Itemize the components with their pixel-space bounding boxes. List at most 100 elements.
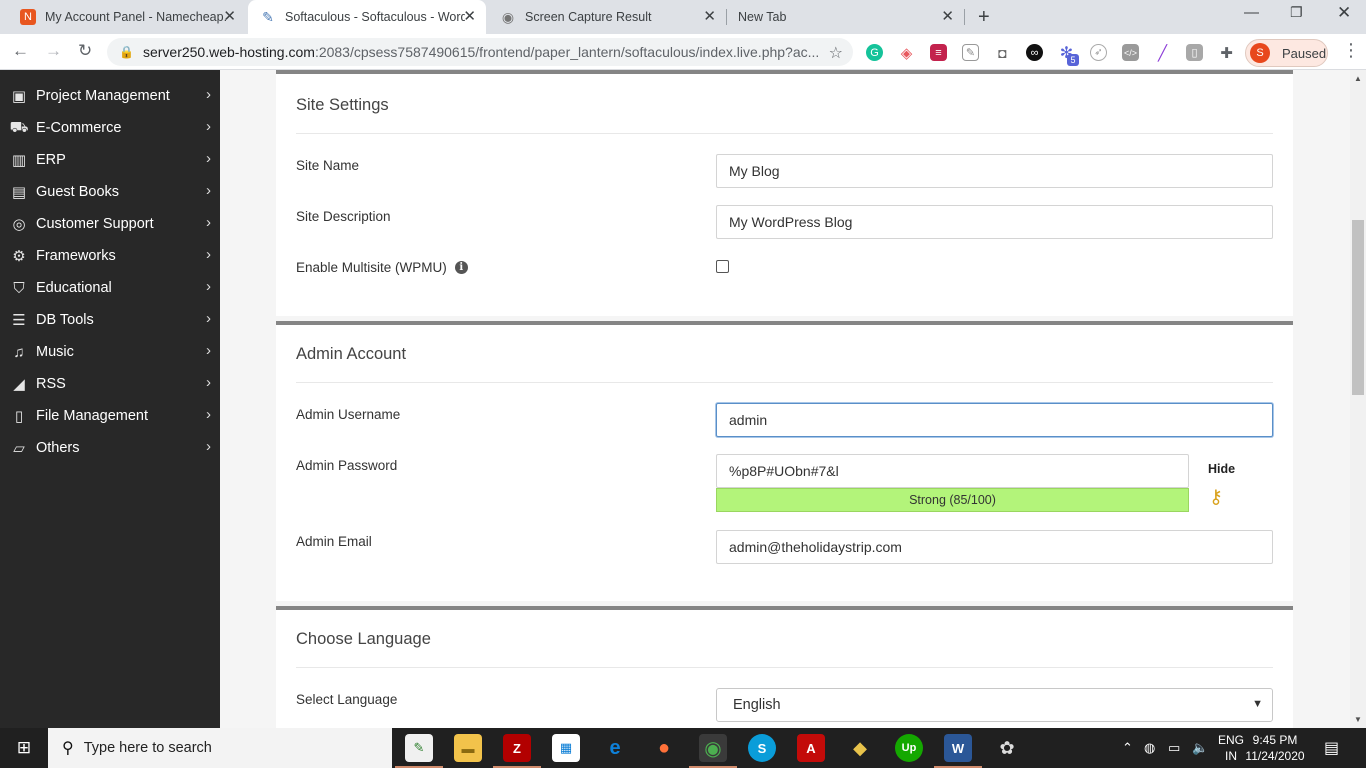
chevron-right-icon: › (206, 150, 211, 167)
reader-extension-icon[interactable]: ≡ (930, 44, 947, 61)
volume-icon[interactable]: 🔈 (1192, 728, 1208, 768)
window-close-icon[interactable]: ✕ (1337, 3, 1351, 23)
sticky-notes-app-icon[interactable]: ✎ (395, 734, 443, 768)
cart-icon: ⛟ (9, 118, 29, 136)
profile-button[interactable]: S Paused (1245, 39, 1328, 67)
sidebar-item-label: RSS (36, 376, 66, 392)
camera-extension-icon[interactable]: ◘ (994, 44, 1011, 61)
info-icon[interactable]: i (454, 261, 468, 274)
bar-chart-icon: ▥ (11, 152, 27, 169)
main-content: Site Settings Site Name My Blog Site Des… (220, 70, 1350, 728)
scroll-down-arrow-icon[interactable]: ▼ (1354, 715, 1362, 724)
multisite-label: Enable Multisite (WPMU) (296, 260, 447, 275)
ai-app-icon[interactable]: ◆ (846, 734, 874, 762)
close-tab-icon[interactable]: ✕ (941, 9, 954, 25)
sidebar-item-guest-books[interactable]: ▤ Guest Books › (0, 176, 220, 208)
page-extension-icon[interactable]: ▯ (1186, 44, 1203, 61)
loop-extension-icon[interactable]: ∞ (1026, 44, 1043, 61)
reload-icon[interactable]: ↻ (78, 41, 92, 61)
network-icon[interactable]: ◍ (1144, 728, 1155, 768)
hide-password-link[interactable]: Hide (1208, 462, 1235, 476)
notes-extension-icon[interactable]: ✎ (962, 44, 979, 61)
sidebar-item-e-commerce[interactable]: ⛟ E-Commerce › (0, 112, 220, 144)
system-clock[interactable]: 9:45 PM 11/24/2020 (1243, 732, 1307, 764)
word-app-icon[interactable]: W (934, 734, 982, 768)
taskbar-search[interactable]: ⚲ Type here to search (48, 728, 392, 768)
sidebar-item-rss[interactable]: ◢ RSS › (0, 368, 220, 400)
sidebar-item-frameworks[interactable]: ⚙ Frameworks › (0, 240, 220, 272)
divider (296, 133, 1273, 134)
sidebar-item-label: E-Commerce (36, 120, 122, 136)
address-bar[interactable]: 🔒 server250.web-hosting.com :2083/cpsess… (107, 38, 853, 66)
scrollbar-thumb[interactable] (1352, 220, 1364, 395)
admin-password-field[interactable]: %p8P#UObn#7&l (716, 454, 1189, 488)
grammarly-icon[interactable]: G (866, 44, 883, 61)
sidebar-item-erp[interactable]: ▥ ERP › (0, 144, 220, 176)
edge-app-icon[interactable]: e (601, 734, 629, 762)
more-menu-icon[interactable]: ⋮ (1342, 40, 1360, 61)
scroll-up-arrow-icon[interactable]: ▲ (1354, 74, 1362, 83)
site-description-field[interactable]: My WordPress Blog (716, 205, 1273, 239)
page-scrollbar[interactable]: ▲ ▼ (1350, 70, 1366, 728)
sidebar-item-music[interactable]: ♫ Music › (0, 336, 220, 368)
tab-softaculous[interactable]: ✎ Softaculous - Softaculous - Word ✕ (248, 0, 486, 34)
firefox-app-icon[interactable]: ● (650, 734, 678, 762)
paint-app-icon[interactable]: ✿ (993, 734, 1021, 762)
taskbar-search-placeholder: Type here to search (83, 740, 212, 756)
panel-title: Admin Account (296, 345, 407, 363)
language-select[interactable]: English ▼ (716, 688, 1273, 722)
browser-toolbar: ← → ↻ 🔒 server250.web-hosting.com :2083/… (0, 34, 1366, 70)
close-tab-icon[interactable]: ✕ (223, 9, 236, 25)
rss-icon: ◢ (13, 376, 25, 393)
site-name-field[interactable]: My Blog (716, 154, 1273, 188)
back-icon[interactable]: ← (12, 41, 29, 61)
key-icon[interactable]: ⚷ (1209, 486, 1223, 509)
sidebar: ▣ Project Management › ⛟ E-Commerce › ▥ … (0, 70, 220, 728)
tab-namecheap[interactable]: N My Account Panel - Namecheap. ✕ (8, 0, 246, 34)
tab-new-tab[interactable]: New Tab ✕ (726, 0, 965, 34)
folder-open-icon: ▱ (13, 440, 25, 457)
chevron-right-icon: › (206, 246, 211, 263)
puzzle-icon[interactable]: ✚ (1218, 44, 1235, 62)
store-app-icon[interactable]: ▦ (552, 734, 580, 762)
multisite-checkbox[interactable] (716, 260, 729, 273)
restore-icon[interactable]: ❐ (1290, 4, 1303, 21)
sidebar-item-educational[interactable]: ⛉ Educational › (0, 272, 220, 304)
windows-start-icon[interactable]: ⊞ (0, 728, 48, 768)
compass-extension-icon[interactable]: ➶ (1090, 44, 1107, 61)
admin-email-field[interactable]: admin@theholidaystrip.com (716, 530, 1273, 564)
sidebar-item-customer-support[interactable]: ◎ Customer Support › (0, 208, 220, 240)
language-indicator[interactable]: ENG IN (1218, 732, 1244, 764)
sidebar-item-others[interactable]: ▱ Others › (0, 432, 220, 464)
bookmark-star-icon[interactable]: ☆ (829, 43, 843, 63)
sidebar-item-project-management[interactable]: ▣ Project Management › (0, 80, 220, 112)
chevron-right-icon: › (206, 118, 211, 135)
close-tab-icon[interactable]: ✕ (463, 9, 476, 25)
forward-icon[interactable]: → (45, 41, 62, 61)
new-tab-button[interactable]: + (978, 6, 990, 29)
skype-app-icon[interactable]: S (748, 734, 776, 762)
file-explorer-app-icon[interactable]: ▬ (454, 734, 482, 762)
pen-extension-icon[interactable]: ╱ (1154, 44, 1171, 62)
admin-username-field[interactable]: admin (716, 403, 1273, 437)
upwork-app-icon[interactable]: Up (895, 734, 923, 762)
notifications-icon[interactable]: ▤ (1324, 738, 1339, 758)
minimize-icon[interactable]: — (1244, 4, 1259, 21)
sidebar-item-label: Others (36, 440, 80, 456)
sidebar-item-file-management[interactable]: ▯ File Management › (0, 400, 220, 432)
site-settings-panel: Site Settings Site Name My Blog Site Des… (276, 70, 1293, 316)
tab-screen-capture[interactable]: ◉ Screen Capture Result ✕ (488, 0, 727, 34)
battery-icon[interactable]: ▭ (1168, 728, 1180, 768)
code-extension-icon[interactable]: </> (1122, 44, 1139, 61)
admin-email-label: Admin Email (296, 534, 372, 549)
filezilla-app-icon[interactable]: Z (493, 734, 541, 768)
chevron-right-icon: › (206, 406, 211, 423)
tray-chevron-up-icon[interactable]: ⌃ (1122, 728, 1133, 768)
sidebar-item-label: DB Tools (36, 312, 94, 328)
search-icon: ⚲ (62, 740, 74, 757)
sidebar-item-db-tools[interactable]: ☰ DB Tools › (0, 304, 220, 336)
acrobat-app-icon[interactable]: A (797, 734, 825, 762)
close-tab-icon[interactable]: ✕ (703, 9, 716, 25)
pocket-icon[interactable]: ◈ (898, 44, 915, 62)
chrome-app-icon[interactable]: ◉ (689, 734, 737, 768)
